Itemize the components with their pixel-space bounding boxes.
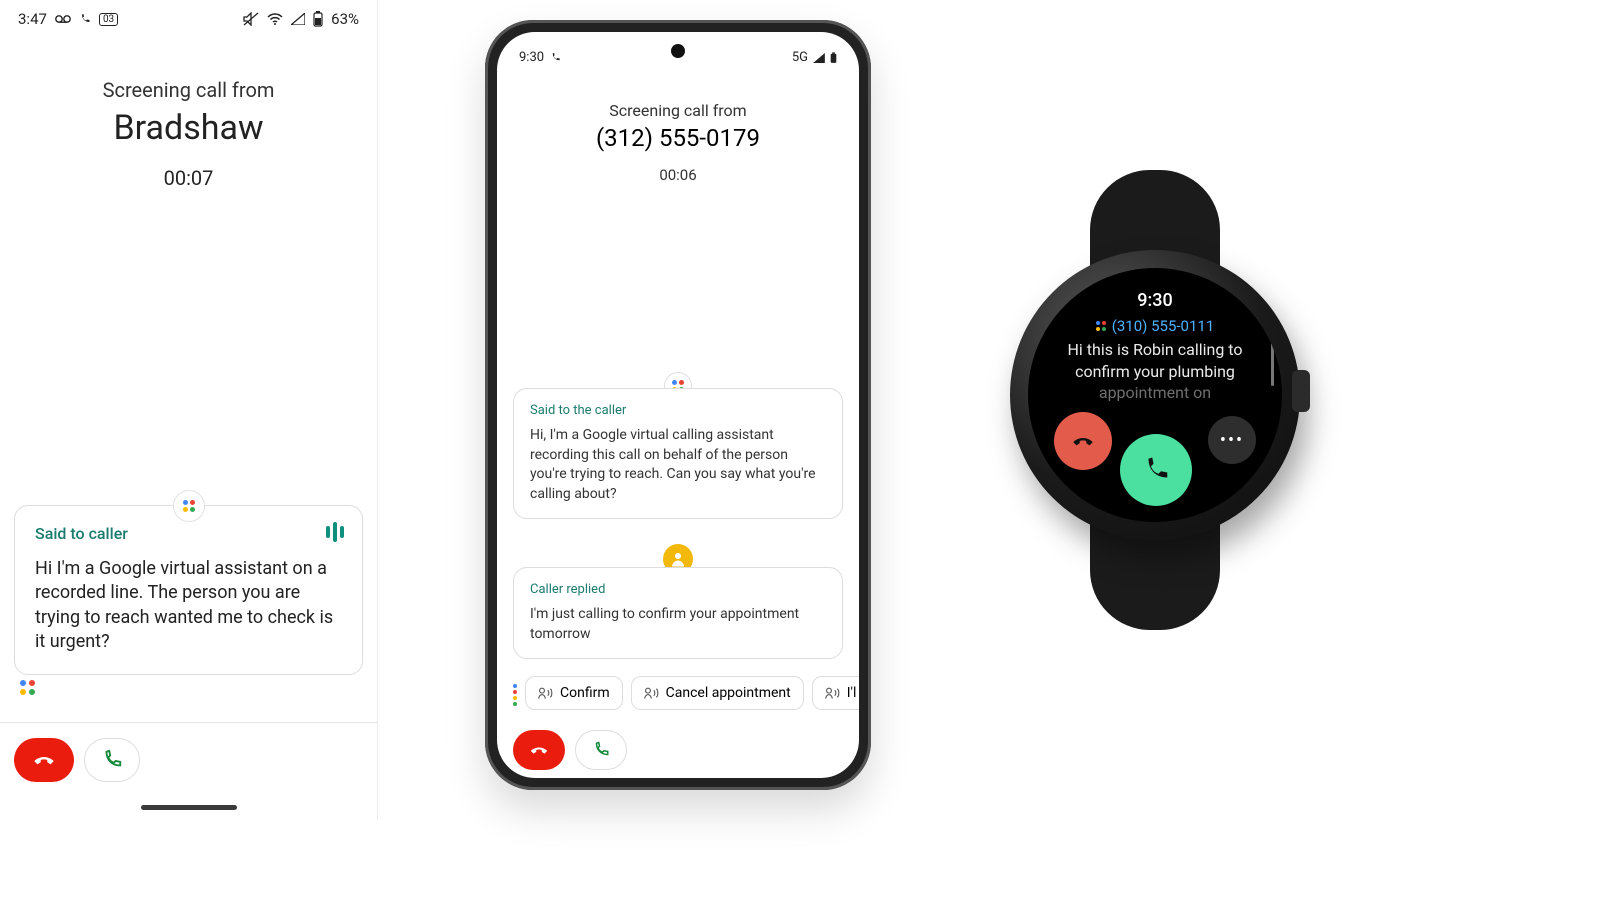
reply-body: I'm just calling to confirm your appoint… [530, 605, 826, 644]
said-to-caller-body: Hi I'm a Google virtual assistant on a r… [35, 557, 342, 654]
watch-actions: ••• [1028, 408, 1282, 518]
watch-more-button[interactable]: ••• [1208, 416, 1256, 464]
call-timer: 00:06 [497, 166, 859, 184]
scroll-indicator[interactable] [1271, 342, 1274, 386]
watch-msg-line1: Hi this is Robin calling to [1068, 340, 1243, 359]
watch-caller-row: (310) 555-0111 [1096, 317, 1215, 335]
status-left: 3:47 03 [18, 10, 118, 28]
divider [0, 722, 377, 723]
phone-mockup-center: 9:30 5G Screening call from (312) 555-01… [485, 20, 871, 790]
chip-label: Confirm [560, 685, 610, 701]
phone-icon [1141, 455, 1171, 485]
network-label: 5G [792, 50, 808, 65]
phone-icon [101, 749, 123, 771]
more-icon: ••• [1220, 430, 1244, 451]
watch-msg-line2: confirm your plumbing [1075, 362, 1235, 381]
watch-transcript: Hi this is Robin calling to confirm your… [1028, 339, 1282, 404]
battery-pct: 63% [331, 10, 359, 28]
phone-small-icon [550, 52, 561, 63]
caller-name: Bradshaw [0, 108, 377, 148]
chip-label: Cancel appointment [666, 685, 791, 701]
call-actions [14, 738, 140, 782]
watch-caller-number: (310) 555-0111 [1112, 317, 1215, 335]
chip-confirm[interactable]: Confirm [525, 676, 623, 710]
status-bar: 3:47 03 63% [0, 0, 377, 28]
watch-face: 9:30 (310) 555-0111 Hi this is Robin cal… [1028, 268, 1282, 522]
hangup-icon [31, 747, 57, 773]
assistant-badge-icon [173, 490, 205, 522]
chip-cancel[interactable]: Cancel appointment [631, 676, 804, 710]
watch-msg-fade: appointment on [1099, 383, 1211, 402]
call-actions [513, 730, 627, 770]
answer-button[interactable] [84, 738, 140, 782]
voice-reply-icon [825, 686, 841, 700]
chip-label: I'l [847, 685, 857, 701]
watch-decline-button[interactable] [1054, 412, 1112, 470]
voice-reply-icon [644, 686, 660, 700]
caller-reply-card: Caller replied I'm just calling to confi… [513, 567, 843, 659]
phone-screen: 9:30 5G Screening call from (312) 555-01… [497, 32, 859, 778]
transcript-card: Said to caller Hi I'm a Google virtual a… [14, 505, 363, 675]
phone-small-icon [79, 13, 91, 25]
chip-third[interactable]: I'l [812, 676, 859, 710]
camera-cutout-icon [671, 44, 685, 58]
hangup-icon [528, 739, 550, 761]
assistant-logo-icon [1096, 321, 1106, 331]
phone-icon [592, 741, 610, 759]
battery-icon [313, 11, 323, 27]
reply-chips: Confirm Cancel appointment I'l [513, 676, 859, 710]
answer-button[interactable] [575, 730, 627, 770]
decline-button[interactable] [14, 738, 74, 782]
voicemail-icon [55, 14, 71, 24]
battery-icon [830, 52, 837, 64]
mute-icon [243, 12, 259, 26]
assistant-logo-icon [20, 680, 35, 695]
screening-title: Screening call from [497, 101, 859, 120]
badge-icon: 03 [99, 13, 118, 26]
signal-icon [813, 53, 825, 63]
watch-mockup: 9:30 (310) 555-0111 Hi this is Robin cal… [1010, 170, 1300, 630]
audio-wave-icon [326, 522, 344, 542]
caller-number: (312) 555-0179 [497, 124, 859, 152]
phone-screenshot-left: 3:47 03 63% Screening call fr [0, 0, 378, 820]
said-label: Said to the caller [530, 403, 826, 418]
watch-crown[interactable] [1292, 370, 1310, 412]
status-right: 63% [243, 10, 359, 28]
screening-title: Screening call from [0, 78, 377, 102]
said-body: Hi, I'm a Google virtual calling assista… [530, 426, 826, 504]
home-indicator[interactable] [141, 805, 237, 810]
reply-label: Caller replied [530, 582, 826, 597]
said-to-caller-card: Said to the caller Hi, I'm a Google virt… [513, 388, 843, 519]
call-timer: 00:07 [0, 166, 377, 190]
wifi-icon [267, 13, 283, 25]
status-time: 3:47 [18, 10, 47, 28]
decline-button[interactable] [513, 730, 565, 770]
hangup-icon [1070, 428, 1096, 454]
voice-reply-icon [538, 686, 554, 700]
assistant-logo-icon [513, 684, 517, 702]
watch-answer-button[interactable] [1120, 434, 1192, 506]
signal-icon [291, 13, 305, 25]
watch-time: 9:30 [1137, 290, 1172, 311]
said-to-caller-label: Said to caller [35, 524, 342, 543]
status-time: 9:30 [519, 50, 544, 65]
